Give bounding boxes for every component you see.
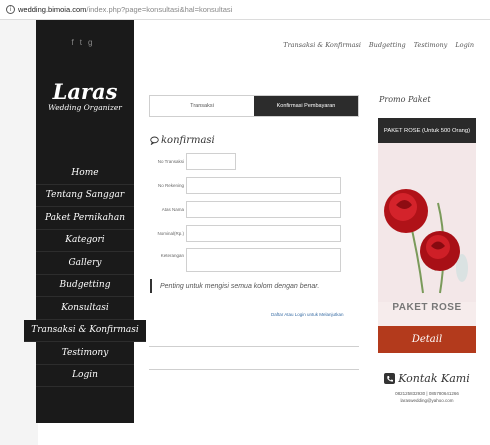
divider <box>149 346 359 347</box>
tab-bar: Transaksi Konfirmasi Pembayaran <box>149 95 359 117</box>
field-row-keterangan: Keterangan <box>149 248 341 272</box>
kontak-phone: 082125832930 | 085780641266 <box>395 391 459 396</box>
field-row-nominal: Nominal(Rp.) <box>149 225 341 242</box>
sidebar-item-transaksi-konfirmasi[interactable]: Transaksi & Konfirmasi <box>24 319 146 342</box>
sidebar-item-login[interactable]: Login <box>36 365 134 387</box>
sidebar-item-tentang-sanggar[interactable]: Tentang Sanggar <box>36 185 134 207</box>
detail-button[interactable]: Detail <box>378 326 476 353</box>
facebook-icon[interactable]: f <box>72 38 80 47</box>
sidebar-zigzag-edge <box>36 409 134 423</box>
daftar-login-link[interactable]: Daftar Atau Login untuk Melanjutkan <box>271 312 344 317</box>
social-links: ftg <box>36 38 134 47</box>
field-row-atas-nama: Atas Nama <box>149 201 341 218</box>
tab-konfirmasi-pembayaran[interactable]: Konfirmasi Pembayaran <box>254 96 358 116</box>
logo-main: Laras <box>52 79 118 104</box>
phone-icon <box>384 373 396 384</box>
divider <box>149 369 359 370</box>
field-label: No Rekening <box>157 183 184 188</box>
sidebar-item-testimony[interactable]: Testimony <box>36 342 134 365</box>
logo[interactable]: Laras Wedding Organizer <box>36 79 134 112</box>
promo-title: Promo Paket <box>379 95 431 104</box>
promo-card[interactable]: PAKET ROSE (Untuk 500 Orang) PAKET ROSE <box>378 118 476 326</box>
top-menu: Transaksi & Konfirmasi Budgetting Testim… <box>283 41 474 49</box>
form-title-text: konfirmasi <box>161 135 215 146</box>
field-label: Atas Nama <box>161 207 184 212</box>
address-bar[interactable]: i wedding.bimoia.com/index.php?page=kons… <box>0 0 490 20</box>
atas-nama-input[interactable] <box>186 201 341 218</box>
sidebar-item-gallery[interactable]: Gallery <box>36 252 134 275</box>
info-icon[interactable]: i <box>6 5 15 14</box>
form-title: konfirmasi <box>150 135 215 146</box>
field-label: No Transaksi <box>157 159 184 164</box>
no-rekening-input[interactable] <box>186 177 341 194</box>
sidebar-item-home[interactable]: Home <box>36 162 134 185</box>
sidebar-nav: Home Tentang Sanggar Paket Pernikahan Ka… <box>24 162 146 387</box>
rose-image <box>378 143 476 302</box>
sidebar-item-konsultasi[interactable]: Konsultasi <box>36 297 134 320</box>
no-transaksi-input[interactable] <box>186 153 236 170</box>
nominal-input[interactable] <box>186 225 341 242</box>
logo-sub: Wedding Organizer <box>48 103 122 112</box>
google-plus-icon[interactable]: g <box>88 38 98 47</box>
sidebar-item-kategori[interactable]: Kategori <box>36 230 134 252</box>
keterangan-textarea[interactable] <box>186 248 341 272</box>
url-path: /index.php?page=konsultasi&hal=konsultas… <box>86 5 233 14</box>
topmenu-testimony[interactable]: Testimony <box>414 41 448 49</box>
sidebar: ftg Laras Wedding Organizer Home Tentang… <box>24 20 146 423</box>
twitter-icon[interactable]: t <box>80 38 88 47</box>
topmenu-login[interactable]: Login <box>455 41 474 49</box>
kontak-section: Kontak Kami 082125832930 | 085780641266 … <box>378 372 476 403</box>
field-label: Keterangan <box>160 253 184 258</box>
field-label: Nominal(Rp.) <box>157 231 184 236</box>
promo-caption: PAKET ROSE <box>392 302 462 313</box>
topmenu-transaksi[interactable]: Transaksi & Konfirmasi <box>283 41 361 49</box>
comment-icon <box>150 136 159 145</box>
field-row-no-rekening: No Rekening <box>149 177 341 194</box>
field-row-no-transaksi: No Transaksi <box>149 153 236 170</box>
kontak-email[interactable]: laraswedding@yahoo.com <box>378 398 476 403</box>
sidebar-item-paket-pernikahan[interactable]: Paket Pernikahan <box>36 207 134 230</box>
form-note: Penting untuk mengisi semua kolom dengan… <box>150 279 319 293</box>
promo-card-header: PAKET ROSE (Untuk 500 Orang) <box>378 118 476 143</box>
sidebar-item-budgetting[interactable]: Budgetting <box>36 275 134 297</box>
kontak-title-text: Kontak Kami <box>398 372 470 385</box>
url-host: wedding.bimoia.com <box>18 5 87 14</box>
topmenu-budgetting[interactable]: Budgetting <box>369 41 406 49</box>
tab-transaksi[interactable]: Transaksi <box>150 96 254 116</box>
kontak-title: Kontak Kami <box>378 372 476 385</box>
